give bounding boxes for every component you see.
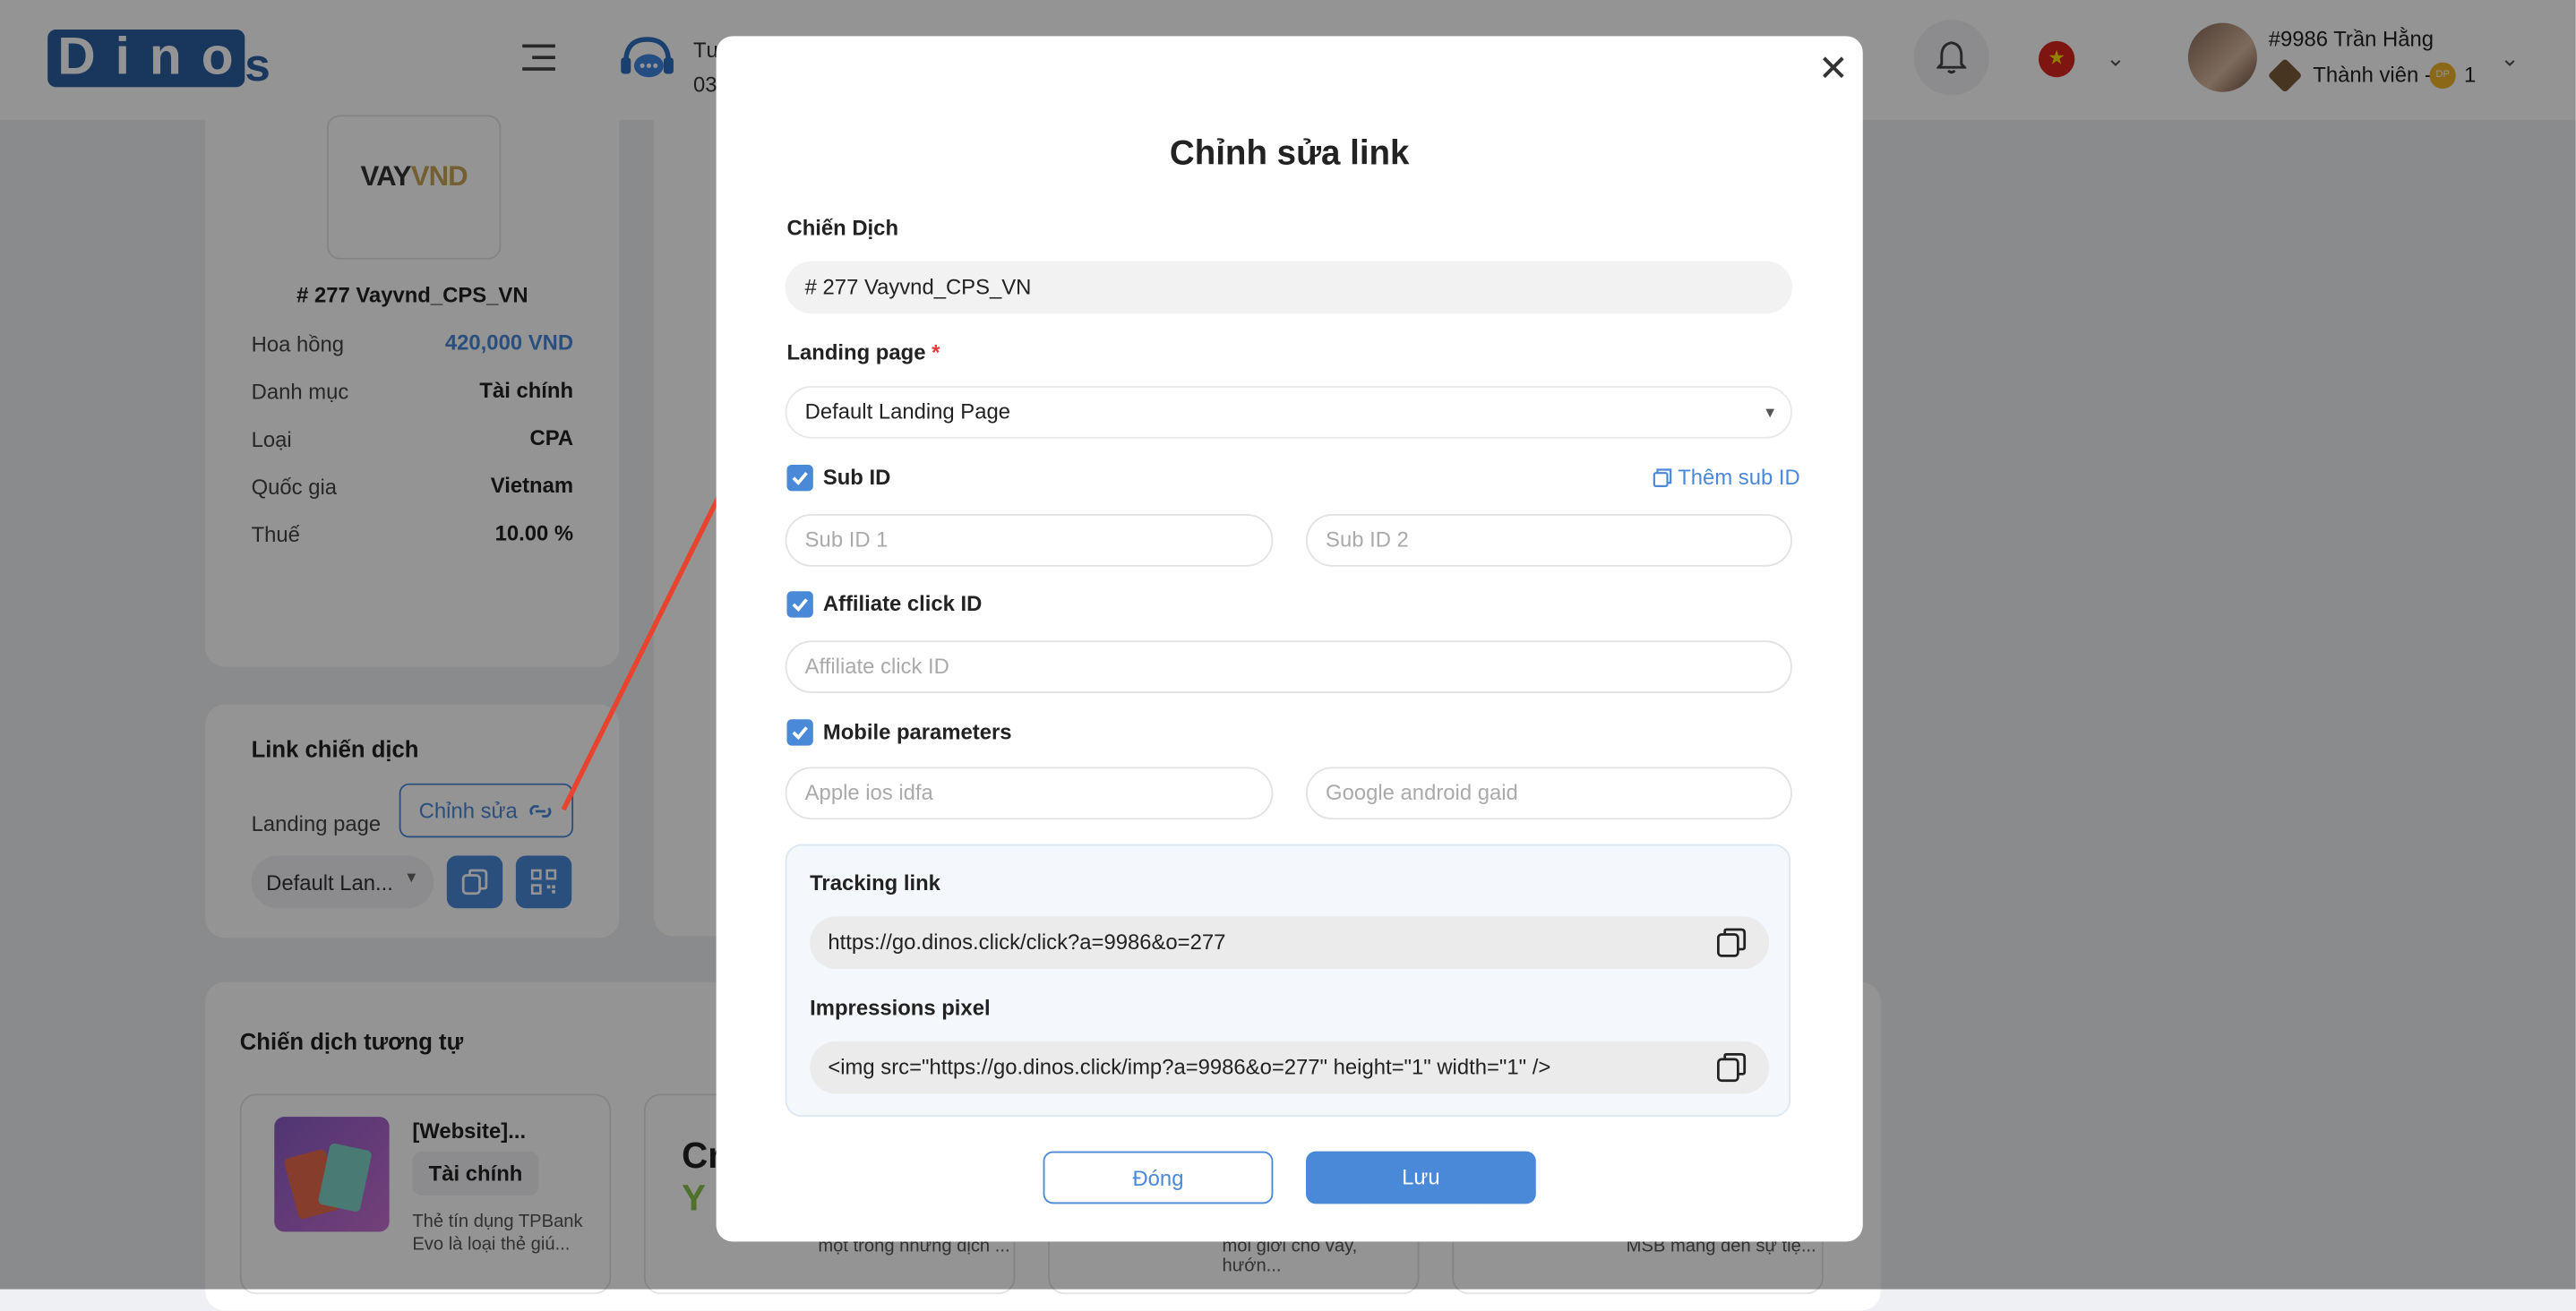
idfa-input[interactable] xyxy=(785,767,1274,820)
copy-icon[interactable] xyxy=(1716,1053,1747,1083)
affiliate-checkbox[interactable] xyxy=(786,591,813,618)
tracking-link-field: https://go.dinos.click/click?a=9986&o=27… xyxy=(810,916,1770,970)
gaid-input[interactable] xyxy=(1306,767,1792,820)
modal-title: Chỉnh sửa link xyxy=(1169,134,1410,173)
campaign-field: # 277 Vayvnd_CPS_VN xyxy=(785,261,1792,314)
landing-page-label: Landing page * xyxy=(786,340,940,365)
campaign-label: Chiến Dịch xyxy=(786,215,899,240)
affiliate-field[interactable] xyxy=(804,653,1773,679)
tracking-url: https://go.dinos.click/click?a=9986&o=27… xyxy=(828,930,1226,955)
add-subid-label: Thêm sub ID xyxy=(1678,465,1800,490)
mobile-params-label: Mobile parameters xyxy=(822,719,1012,744)
mobile-params-checkbox[interactable] xyxy=(786,719,813,746)
add-subid-link[interactable]: Thêm sub ID xyxy=(1653,465,1800,490)
affiliate-label: Affiliate click ID xyxy=(822,591,983,616)
idfa-field[interactable] xyxy=(804,780,1254,805)
subid1-input[interactable] xyxy=(785,514,1274,567)
subid2-field[interactable] xyxy=(1326,527,1773,553)
copy-icon[interactable] xyxy=(1716,928,1747,957)
close-icon[interactable]: ✕ xyxy=(1814,48,1853,89)
landing-select-value: Default Landing Page xyxy=(804,398,1010,424)
affiliate-input[interactable] xyxy=(785,640,1792,693)
gaid-field[interactable] xyxy=(1326,780,1773,805)
close-button[interactable]: Đóng xyxy=(1043,1151,1274,1204)
subid1-field[interactable] xyxy=(804,527,1254,553)
impressions-pixel-field: <img src="https://go.dinos.click/imp?a=9… xyxy=(810,1041,1770,1094)
tracking-link-label: Tracking link xyxy=(810,870,940,895)
edit-link-modal: ✕ Chỉnh sửa link Chiến Dịch # 277 Vayvnd… xyxy=(716,36,1863,1242)
landing-label-text: Landing page xyxy=(786,339,926,365)
subid-checkbox[interactable] xyxy=(786,465,813,492)
dropdown-caret-icon: ▼ xyxy=(1763,404,1778,421)
add-copy-icon xyxy=(1653,468,1672,487)
subid-label: Sub ID xyxy=(822,465,891,490)
impressions-pixel-label: Impressions pixel xyxy=(810,995,991,1020)
subid2-input[interactable] xyxy=(1306,514,1792,567)
pixel-code: <img src="https://go.dinos.click/imp?a=9… xyxy=(828,1054,1551,1079)
required-mark: * xyxy=(932,339,940,365)
tracking-panel: Tracking link https://go.dinos.click/cli… xyxy=(785,844,1791,1118)
landing-page-select[interactable]: Default Landing Page ▼ xyxy=(785,385,1792,439)
save-button[interactable]: Lưu xyxy=(1306,1151,1536,1204)
